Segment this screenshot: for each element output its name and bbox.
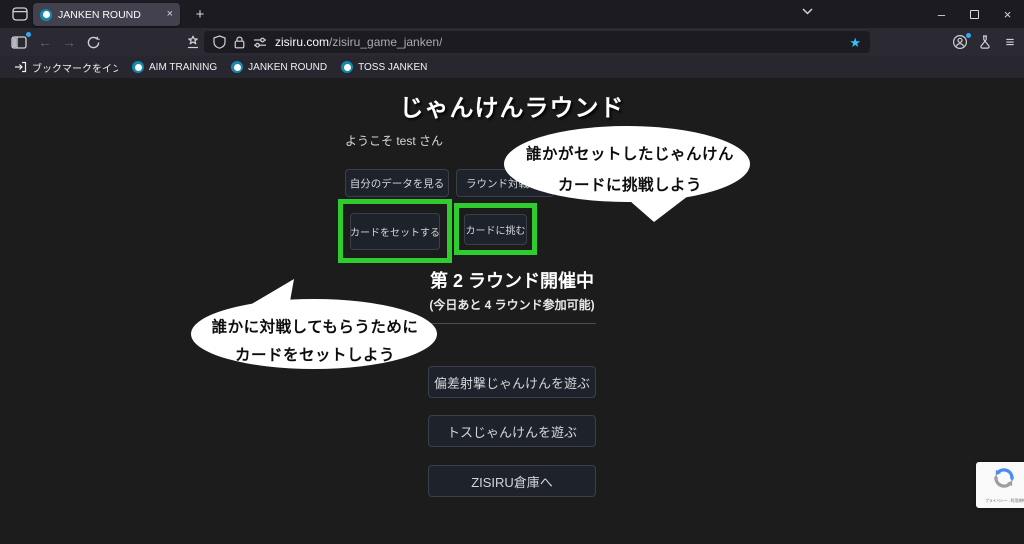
recaptcha-privacy-terms[interactable]: プライバシー - 利用規約 [985,498,1015,504]
bookmark-import[interactable]: ブックマークをインポートす… [7,58,125,76]
account-icon[interactable] [949,28,971,56]
site-favicon [132,61,144,73]
my-data-button[interactable]: 自分のデータを見る [345,169,449,197]
bookmark-star-icon[interactable]: ★ [849,36,861,49]
extension-flask-icon[interactable] [974,28,996,56]
shield-icon[interactable] [213,35,226,49]
back-icon[interactable]: ← [34,28,56,56]
recaptcha-badge[interactable]: プライバシー - 利用規約 [976,462,1024,508]
tab-strip: JANKEN ROUND × + – × [0,0,1024,28]
bubble-text: カードをセットしよう [185,343,445,365]
window-controls: – × [925,0,1024,28]
maximize-icon [970,10,979,19]
tab-close-icon[interactable]: × [167,9,173,20]
browser-window: { "colors": { "highlight_green": "#2fcc2… [0,0,1024,544]
bookmark-toss-janken[interactable]: TOSS JANKEN [334,58,434,76]
round-quota-text: (今日あと 4 ラウンド参加可能) [0,296,1024,313]
bubble-text: カードに挑戦しよう [495,173,765,195]
bubble-text: 誰かがセットしたじゃんけん [495,142,765,164]
import-bookmarks-icon [14,61,27,73]
lock-icon[interactable] [234,36,245,49]
set-card-button[interactable]: カードをセットする [350,213,440,250]
set-card-speech-bubble: 誰かに対戦してもらうために カードをセットしよう [185,273,445,378]
extension-button-icon[interactable] [182,28,204,56]
tab-janken-round[interactable]: JANKEN ROUND × [33,3,180,26]
welcome-text: ようこそ test さん [345,132,443,149]
bookmark-label: ブックマークをインポートす… [32,60,118,75]
bookmarks-bar: ブックマークをインポートす… AIM TRAINING JANKEN ROUND… [0,56,1024,78]
url-bar[interactable]: zisiru.com/zisiru_game_janken/ ★ [204,31,870,53]
reload-icon[interactable] [82,28,104,56]
menu-icon[interactable]: ≡ [999,28,1021,56]
bubble-text: 誰かに対戦してもらうために [185,315,445,337]
challenge-speech-bubble: 誰かがセットしたじゃんけん カードに挑戦しよう [495,118,765,233]
url-text[interactable]: zisiru.com/zisiru_game_janken/ [275,35,442,49]
site-favicon [341,61,353,73]
url-domain: zisiru.com [275,35,329,49]
maximize-button[interactable] [958,0,991,28]
permissions-icon[interactable] [253,37,267,48]
navigation-toolbar: ← → zisiru.com/zisiru_game_ja [0,28,1024,56]
notification-dot [26,32,31,37]
new-tab-button[interactable]: + [190,4,210,24]
recaptcha-logo-icon [991,465,1017,491]
bookmark-aim-training[interactable]: AIM TRAINING [125,58,224,76]
url-path: /zisiru_game_janken/ [329,35,442,49]
play-deviation-janken-button[interactable]: 偏差射撃じゃんけんを遊ぶ [428,366,596,398]
divider [428,323,596,324]
notification-dot [966,33,971,38]
bookmark-label: AIM TRAINING [149,62,217,73]
round-status-heading: 第 2 ラウンド開催中 [0,267,1024,293]
zisiru-warehouse-button[interactable]: ZISIRU倉庫へ [428,465,596,497]
sidebar-toggle-icon[interactable] [8,28,30,56]
minimize-button[interactable]: – [925,0,958,28]
bookmark-janken-round[interactable]: JANKEN ROUND [224,58,334,76]
page-content: じゃんけんラウンド ようこそ test さん 自分のデータを見る ラウンド対戦 … [0,78,1024,544]
bookmark-label: TOSS JANKEN [358,62,427,73]
site-favicon [231,61,243,73]
tab-title: JANKEN ROUND [58,9,161,21]
forward-icon[interactable]: → [58,28,80,56]
firefox-view-icon[interactable] [9,4,31,24]
list-all-tabs-icon[interactable] [802,8,813,15]
play-toss-janken-button[interactable]: トスじゃんけんを遊ぶ [428,415,596,447]
bookmark-label: JANKEN ROUND [248,62,327,73]
site-favicon [40,9,52,21]
close-button[interactable]: × [991,0,1024,28]
